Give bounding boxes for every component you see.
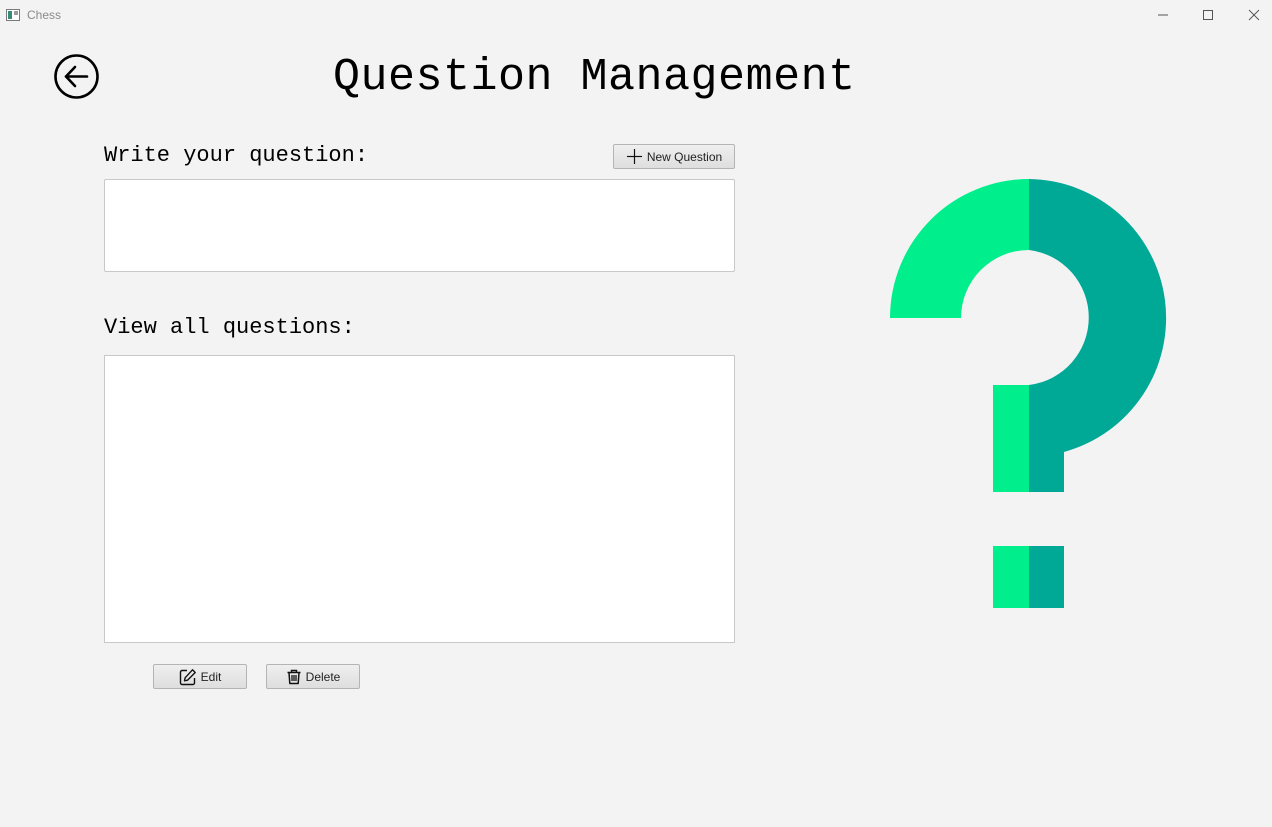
question-input[interactable]	[104, 179, 735, 272]
delete-label: Delete	[305, 669, 341, 684]
window-title: Chess	[27, 8, 62, 22]
question-mark-dark-half	[1029, 179, 1167, 492]
minimize-icon	[1158, 14, 1168, 16]
view-questions-label: View all questions:	[104, 315, 355, 340]
page-title: Question Management	[333, 52, 856, 103]
question-mark-stem-light	[993, 385, 1029, 492]
window-titlebar[interactable]: Chess	[0, 0, 1272, 30]
question-mark-dot-light	[993, 546, 1029, 608]
new-question-label: New Question	[646, 149, 723, 164]
back-button[interactable]	[54, 54, 100, 100]
close-button[interactable]	[1231, 0, 1272, 30]
delete-button[interactable]: Delete	[266, 664, 360, 689]
question-mark-dot-dark	[1029, 546, 1064, 608]
maximize-button[interactable]	[1185, 0, 1231, 30]
minimize-button[interactable]	[1140, 0, 1186, 30]
write-question-label: Write your question:	[104, 143, 369, 168]
chessboard-icon	[6, 9, 20, 21]
edit-icon	[179, 668, 196, 685]
trash-icon	[287, 669, 301, 684]
close-icon	[1248, 9, 1260, 21]
question-mark-light-half	[890, 179, 1029, 318]
maximize-icon	[1203, 10, 1213, 20]
plus-icon	[626, 149, 642, 164]
question-mark-icon	[890, 179, 1167, 608]
questions-list[interactable]	[104, 355, 735, 643]
new-question-button[interactable]: New Question	[613, 144, 735, 169]
edit-button[interactable]: Edit	[153, 664, 247, 689]
edit-label: Edit	[200, 669, 222, 684]
arrow-left-circle-icon	[54, 54, 99, 99]
